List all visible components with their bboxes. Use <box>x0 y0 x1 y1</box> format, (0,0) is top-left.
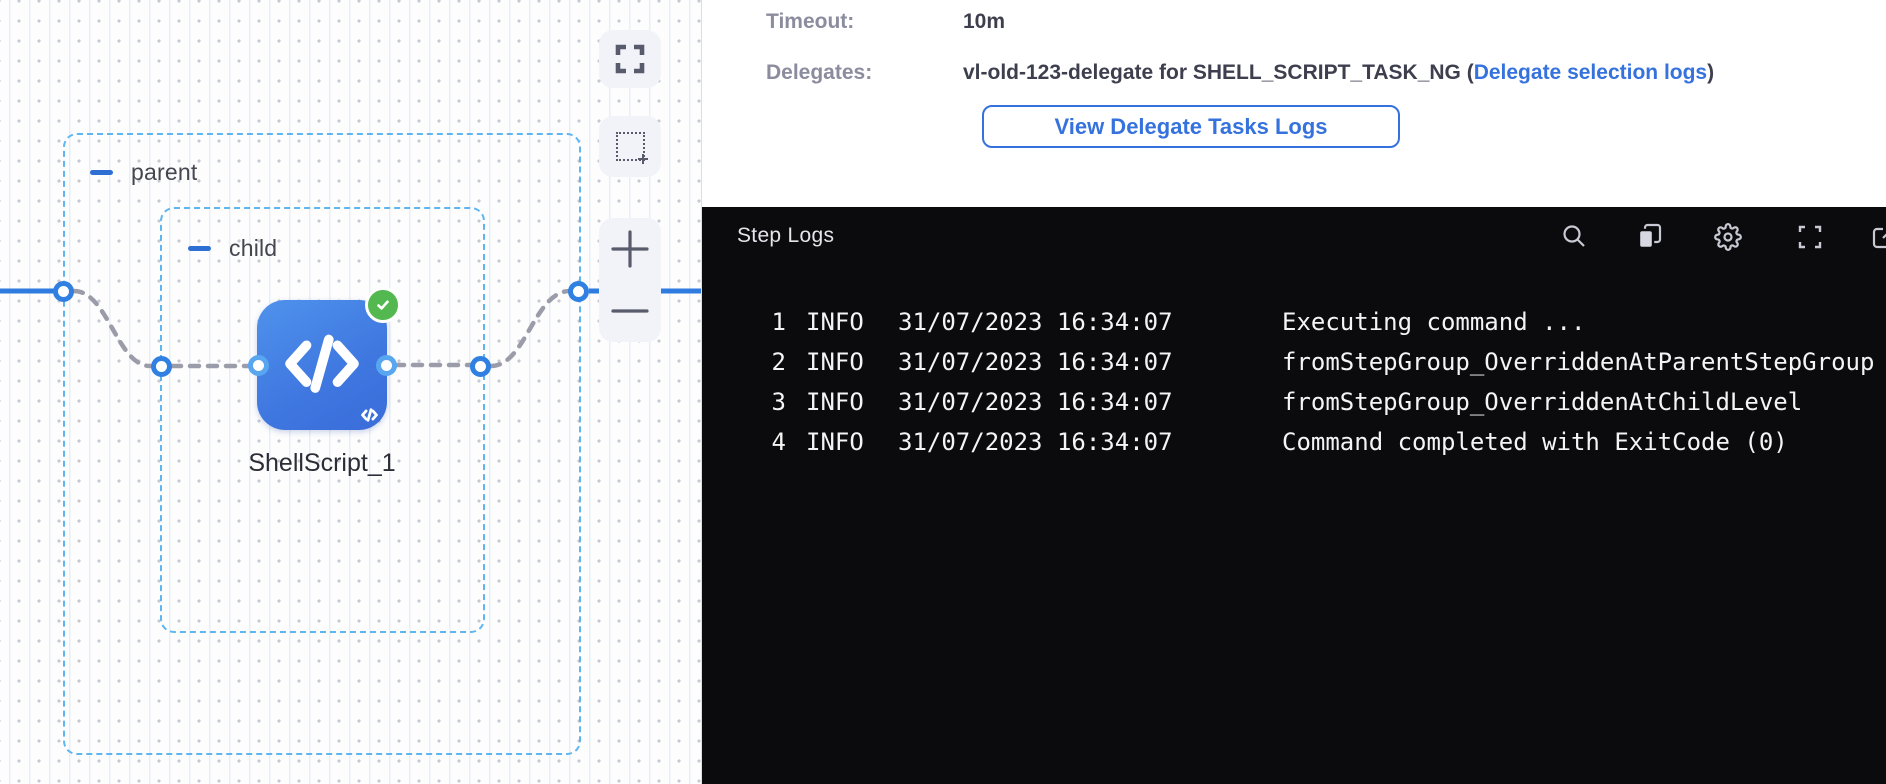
step-logs-title: Step Logs <box>737 224 834 248</box>
delegates-label: Delegates: <box>766 61 872 85</box>
log-message: Command completed with ExitCode (0) <box>1282 422 1886 462</box>
collapse-icon[interactable] <box>90 170 113 175</box>
log-message: fromStepGroup_OverriddenAtParentStepGrou… <box>1282 342 1886 382</box>
view-delegate-tasks-logs-button[interactable]: View Delegate Tasks Logs <box>982 105 1400 148</box>
log-message: Executing command ... <box>1282 302 1886 342</box>
zoom-out-icon <box>610 291 650 331</box>
search-icon[interactable] <box>1561 223 1587 249</box>
delegates-value-text: ) <box>1707 61 1714 84</box>
log-message: fromStepGroup_OverriddenAtChildLevel <box>1282 382 1886 422</box>
external-link-icon[interactable] <box>1870 223 1886 251</box>
code-icon <box>283 333 361 395</box>
code-mini-icon <box>361 408 378 422</box>
port-child-in[interactable] <box>151 356 172 377</box>
log-line: 3 INFO 31/07/2023 16:34:07 fromStepGroup… <box>702 382 1886 422</box>
step-logs-console: Step Logs <box>702 207 1886 784</box>
log-line: 4 INFO 31/07/2023 16:34:07 Command compl… <box>702 422 1886 462</box>
expand-icon[interactable] <box>1796 223 1824 251</box>
log-line-number: 1 <box>702 302 786 342</box>
zoom-out-button[interactable] <box>599 280 661 342</box>
collapse-icon[interactable] <box>188 246 211 251</box>
delegates-value-text: vl-old-123-delegate for SHELL_SCRIPT_TAS… <box>963 61 1474 84</box>
delegates-value: vl-old-123-delegate for SHELL_SCRIPT_TAS… <box>963 61 1714 85</box>
log-line: 1 INFO 31/07/2023 16:34:07 Executing com… <box>702 302 1886 342</box>
fullscreen-icon <box>615 44 645 74</box>
step-group-child-header[interactable]: child <box>188 235 483 262</box>
marquee-select-icon <box>616 132 645 161</box>
timeout-value: 10m <box>963 10 1005 34</box>
zoom-control <box>599 218 661 342</box>
copy-icon[interactable] <box>1636 223 1664 251</box>
log-level: INFO <box>806 382 898 422</box>
step-group-parent-header[interactable]: parent <box>90 159 579 186</box>
log-line-number: 4 <box>702 422 786 462</box>
zoom-in-icon <box>610 229 650 269</box>
execution-view: parent child <box>0 0 1886 784</box>
log-timestamp: 31/07/2023 16:34:07 <box>898 342 1282 382</box>
step-group-name: child <box>229 235 277 262</box>
step-node-shellscript[interactable] <box>257 300 387 430</box>
log-line-number: 3 <box>702 382 786 422</box>
zoom-in-button[interactable] <box>599 218 661 280</box>
port-parent-out[interactable] <box>568 281 589 302</box>
marquee-select-button[interactable] <box>599 116 661 177</box>
log-timestamp: 31/07/2023 16:34:07 <box>898 422 1282 462</box>
success-check-icon <box>365 287 401 323</box>
canvas-fullscreen-button[interactable] <box>599 30 661 88</box>
log-timestamp: 31/07/2023 16:34:07 <box>898 382 1282 422</box>
log-level: INFO <box>806 302 898 342</box>
step-logs-header: Step Logs <box>702 207 1886 267</box>
pipeline-canvas[interactable]: parent child <box>0 0 701 784</box>
timeout-label: Timeout: <box>766 10 854 34</box>
log-line-number: 2 <box>702 342 786 382</box>
port-node-out[interactable] <box>376 355 397 376</box>
step-node-label: ShellScript_1 <box>192 449 452 478</box>
log-lines[interactable]: 1 INFO 31/07/2023 16:34:07 Executing com… <box>702 267 1886 462</box>
log-timestamp: 31/07/2023 16:34:07 <box>898 302 1282 342</box>
delegate-selection-logs-link[interactable]: Delegate selection logs <box>1474 61 1707 84</box>
port-node-in[interactable] <box>248 355 269 376</box>
log-line: 2 INFO 31/07/2023 16:34:07 fromStepGroup… <box>702 342 1886 382</box>
log-level: INFO <box>806 422 898 462</box>
port-child-out[interactable] <box>470 356 491 377</box>
step-details-panel: Timeout: 10m Delegates: vl-old-123-deleg… <box>702 0 1886 784</box>
port-parent-in[interactable] <box>53 281 74 302</box>
gear-icon[interactable] <box>1714 223 1742 251</box>
step-details: Timeout: 10m Delegates: vl-old-123-deleg… <box>702 0 1886 207</box>
log-level: INFO <box>806 342 898 382</box>
step-group-name: parent <box>131 159 197 186</box>
